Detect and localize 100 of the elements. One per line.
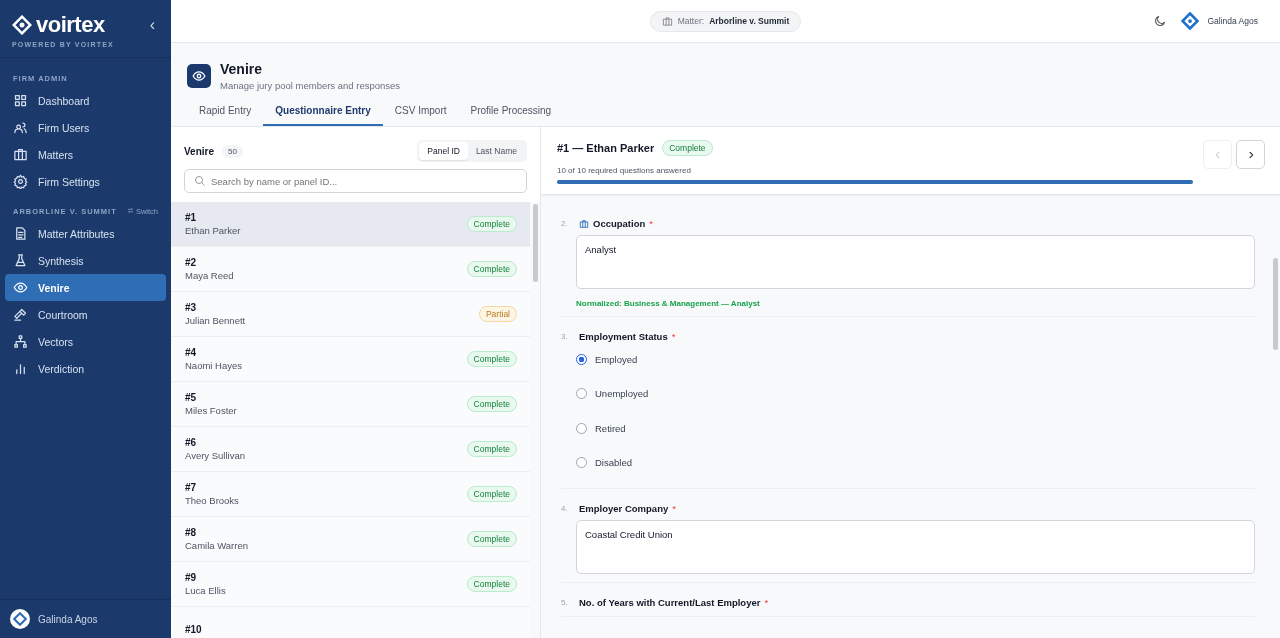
nav-icon <box>13 334 28 349</box>
question-label: Occupation <box>593 218 646 229</box>
radio-button[interactable] <box>576 457 587 469</box>
status-badge: Complete <box>466 531 517 547</box>
tab[interactable]: Rapid Entry <box>187 105 264 126</box>
panel-id: #10 <box>185 623 202 635</box>
juror-name: Camila Warren <box>185 540 248 551</box>
question-label: No. of Years with Current/Last Employer <box>579 597 761 608</box>
juror-name: Miles Foster <box>185 405 237 416</box>
matter-pill[interactable]: Matter: Arborline v. Summit <box>649 10 802 32</box>
nav-icon <box>13 226 28 241</box>
required-asterisk: * <box>764 597 769 608</box>
nav-item[interactable]: Synthesis <box>5 247 166 274</box>
count-badge: 50 <box>222 144 243 158</box>
panel-id: #4 <box>185 347 198 358</box>
list-title: Venire <box>184 145 215 157</box>
juror-name: Avery Sullivan <box>185 450 246 461</box>
answer-field[interactable]: Coastal Credit Union <box>576 520 1255 574</box>
nav-item[interactable]: Verdiction <box>5 355 166 382</box>
juror-name: Maya Reed <box>185 270 234 281</box>
page-title: Venire <box>220 61 264 77</box>
status-badge: Complete <box>466 396 517 412</box>
nav-icon <box>13 307 28 322</box>
moon-icon[interactable] <box>1153 14 1168 28</box>
juror-name: Julian Bennett <box>185 315 246 326</box>
nav-icon <box>13 280 28 295</box>
user-name: Galinda Agos <box>38 613 98 625</box>
nav-item[interactable]: Vectors <box>5 328 166 355</box>
juror-title: #1 — Ethan Parker <box>557 142 655 154</box>
status-badge: Complete <box>466 351 517 367</box>
panel-id: #7 <box>185 482 198 493</box>
panel-id: #1 <box>185 212 198 223</box>
nav-icon <box>13 361 28 376</box>
juror-row[interactable]: #1 Ethan Parker Complete <box>171 202 530 247</box>
eye-icon <box>192 69 206 83</box>
nav-item[interactable]: Matters <box>5 141 166 168</box>
radio-button[interactable] <box>576 422 587 434</box>
panel-id: #8 <box>185 527 198 538</box>
question-label: Employment Status <box>579 331 668 342</box>
nav-icon <box>13 93 28 108</box>
radio-option[interactable]: Retired <box>576 411 1255 446</box>
logo-icon <box>12 15 32 35</box>
tab[interactable]: CSV Import <box>382 105 459 126</box>
question-number: 5. <box>561 598 569 607</box>
required-asterisk: * <box>649 218 653 229</box>
page-subtitle: Manage jury pool members and responses <box>220 80 401 91</box>
status-badge: Partial <box>478 306 517 322</box>
nav-icon <box>13 174 28 189</box>
juror-name: Naomi Hayes <box>185 360 243 371</box>
collapse-button[interactable]: ‹ <box>143 16 161 34</box>
panel-id: #5 <box>185 392 198 403</box>
question-number: 4. <box>561 504 569 513</box>
panel-id: #6 <box>185 437 198 448</box>
scrollbar[interactable] <box>533 204 538 282</box>
radio-option[interactable]: Unemployed <box>576 376 1255 411</box>
radio-button[interactable] <box>576 353 587 365</box>
question-number: 3. <box>561 332 569 341</box>
question-number: 2. <box>561 219 569 228</box>
sort-option[interactable]: Last Name <box>467 142 525 160</box>
radio-option[interactable]: Employed <box>576 342 1255 377</box>
status-badge: Complete <box>466 261 517 277</box>
next-button[interactable] <box>1236 140 1265 169</box>
radio-button[interactable] <box>576 388 587 400</box>
juror-name: Theo Brooks <box>185 495 239 506</box>
nav-item[interactable]: Firm Settings <box>5 168 166 195</box>
search-icon <box>194 175 206 187</box>
nav-item[interactable]: Firm Users <box>5 114 166 141</box>
panel-id: #9 <box>185 572 198 583</box>
sort-option[interactable]: Panel ID <box>419 142 468 160</box>
progress-text: 10 of 10 required questions answered <box>557 166 692 175</box>
radio-option[interactable]: Disabled <box>576 445 1255 480</box>
status-badge: Complete <box>466 441 517 457</box>
tab[interactable]: Profile Processing <box>458 105 564 126</box>
required-asterisk: * <box>671 331 676 342</box>
user-name[interactable]: Galinda Agos <box>1207 16 1258 26</box>
required-asterisk: * <box>672 503 676 514</box>
nav-item[interactable]: Dashboard <box>5 87 166 114</box>
briefcase-icon <box>661 15 673 27</box>
juror-name: Ethan Parker <box>185 225 241 236</box>
search-field[interactable]: Search by name or panel ID... <box>184 169 527 193</box>
status-badge: Complete <box>466 486 517 502</box>
nav-item[interactable]: Courtroom <box>5 301 166 328</box>
status-badge: Complete <box>662 140 713 156</box>
normalized-note: Normalized: Business & Management — Analyst <box>576 299 761 308</box>
nav-icon <box>13 120 28 135</box>
user-logo-icon <box>1181 12 1200 30</box>
panel-id: #3 <box>185 302 198 313</box>
swap-icon <box>126 207 134 214</box>
panel-id: #2 <box>185 257 198 268</box>
nav-item[interactable]: Venire <box>5 274 166 301</box>
nav-icon <box>13 147 28 162</box>
avatar-icon <box>10 609 30 629</box>
question-label: Employer Company <box>579 503 669 514</box>
status-badge: Complete <box>466 576 517 592</box>
juror-name: Luca Ellis <box>185 585 226 596</box>
status-badge: Complete <box>466 216 517 232</box>
nav-item[interactable]: Matter Attributes <box>5 220 166 247</box>
nav-icon <box>13 253 28 268</box>
scrollbar[interactable] <box>1273 258 1278 350</box>
answer-field[interactable]: Analyst <box>576 235 1255 289</box>
